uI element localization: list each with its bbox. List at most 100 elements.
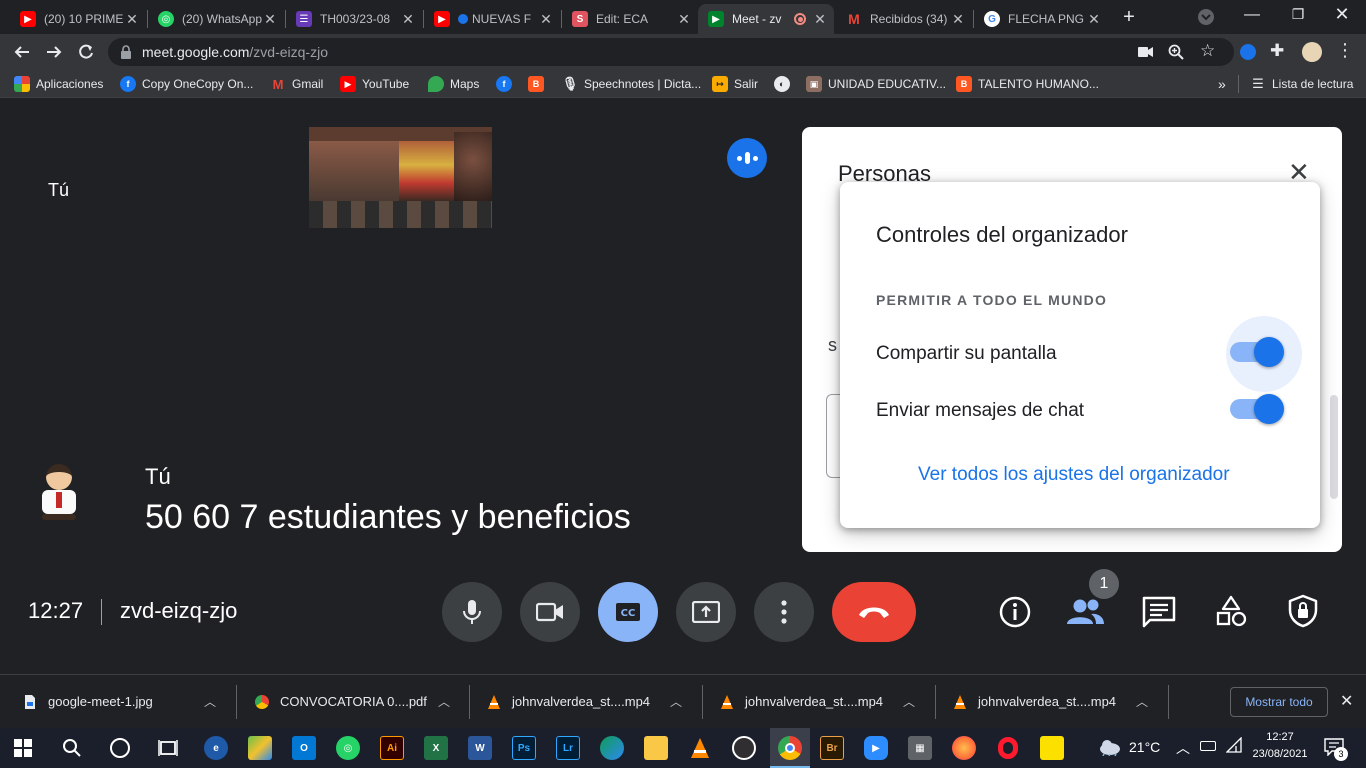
show-all-downloads-button[interactable]: Mostrar todo [1230, 687, 1328, 717]
close-tab-icon[interactable]: ✕ [262, 11, 278, 28]
extension-bookmark-icon[interactable] [1240, 44, 1256, 60]
tab-0[interactable]: ▶ (20) 10 PRIME ✕ [10, 4, 146, 34]
new-tab-button[interactable]: + [1117, 6, 1141, 30]
bookmark-talento[interactable]: B TALENTO HUMANO... [956, 75, 1099, 93]
host-controls-button[interactable] [1287, 594, 1319, 633]
illustrator-icon[interactable]: Ai [380, 736, 404, 760]
tab-1[interactable]: ◎ (20) WhatsApp ✕ [148, 4, 284, 34]
address-bar[interactable]: meet.google.com/zvd-eizq-zjo ☆ [108, 38, 1234, 66]
forward-button[interactable] [42, 40, 66, 64]
download-item-0[interactable]: google-meet-1.jpg ︿ [22, 675, 232, 728]
outlook-icon[interactable]: O [292, 736, 316, 760]
tab-7[interactable]: G FLECHA PNG ✕ [974, 4, 1108, 34]
bookmark-maps[interactable]: Maps [428, 75, 479, 93]
calculator-icon[interactable]: ▦ [908, 736, 932, 760]
download-item-4[interactable]: johnvalverdea_st....mp4 ︿ [952, 675, 1164, 728]
chevron-up-icon[interactable]: ︿ [204, 693, 232, 710]
download-item-1[interactable]: CONVOCATORIA 0....pdf ︿ [254, 675, 466, 728]
microphone-button[interactable] [442, 582, 502, 642]
reload-button[interactable] [74, 40, 98, 64]
bookmark-youtube[interactable]: ▶ YouTube [340, 75, 409, 93]
word-icon[interactable]: W [468, 736, 492, 760]
meeting-details-button[interactable] [998, 595, 1032, 634]
chat-button[interactable] [1142, 596, 1176, 633]
wifi-icon[interactable] [1225, 736, 1242, 758]
weather-icon[interactable] [1098, 738, 1122, 761]
bookmark-gmail[interactable]: M Gmail [270, 75, 324, 93]
firefox-icon[interactable] [952, 736, 976, 760]
battery-icon[interactable] [1200, 741, 1216, 751]
bluestacks-icon[interactable] [248, 736, 272, 760]
reading-list-button[interactable]: ☰ Lista de lectura [1250, 75, 1353, 93]
bookmark-salir[interactable]: ↦ Salir [712, 75, 758, 93]
task-view-icon[interactable] [158, 738, 178, 763]
bookmark-star-icon[interactable]: ☆ [1200, 41, 1215, 61]
zoom-icon[interactable] [1168, 44, 1184, 60]
windows-start-icon[interactable] [14, 739, 32, 757]
bridge-icon[interactable]: Br [820, 736, 844, 760]
chevron-up-icon[interactable]: ︿ [670, 693, 698, 710]
bookmark-speechnotes[interactable]: 🎙 Speechnotes | Dicta... [562, 75, 701, 93]
excel-icon[interactable]: X [424, 736, 448, 760]
sticky-notes-icon[interactable] [1040, 736, 1064, 760]
download-item-2[interactable]: johnvalverdea_st....mp4 ︿ [486, 675, 698, 728]
lightroom-icon[interactable]: Lr [556, 736, 580, 760]
vlc-icon[interactable] [688, 736, 712, 760]
tab-search-button[interactable] [1198, 9, 1214, 25]
bookmark-blogger[interactable]: B [528, 75, 550, 93]
tab-4[interactable]: S Edit: ECA ✕ [562, 4, 698, 34]
opera-icon[interactable] [996, 736, 1020, 760]
chevron-up-icon[interactable]: ︿ [1176, 738, 1190, 758]
more-options-button[interactable] [754, 582, 814, 642]
camera-in-use-icon[interactable] [1138, 46, 1154, 58]
camera-button[interactable] [520, 582, 580, 642]
clock-time[interactable]: 12:27 [1250, 731, 1310, 743]
menu-kebab-icon[interactable]: ⋮ [1336, 40, 1354, 61]
present-screen-button[interactable] [676, 582, 736, 642]
bookmark-facebook[interactable]: f [496, 75, 518, 93]
whatsapp-icon[interactable]: ◎ [336, 736, 360, 760]
tab-2[interactable]: ☰ TH003/23-08 ✕ [286, 4, 422, 34]
tab-6[interactable]: M Recibidos (34) ✕ [836, 4, 972, 34]
photoshop-icon[interactable]: Ps [512, 736, 536, 760]
obs-icon[interactable] [732, 736, 756, 760]
bookmark-globe[interactable]: ◐ [774, 75, 796, 93]
panel-scrollbar[interactable] [1330, 395, 1338, 499]
share-screen-toggle[interactable] [1220, 314, 1304, 392]
tab-3[interactable]: ▶ NUEVAS F ✕ [424, 4, 560, 34]
close-tab-icon[interactable]: ✕ [676, 11, 692, 28]
captions-button[interactable]: CC [598, 582, 658, 642]
all-host-settings-link[interactable]: Ver todos los ajustes del organizador [918, 464, 1230, 486]
activities-button[interactable] [1215, 595, 1247, 632]
minimize-button[interactable]: — [1240, 6, 1264, 26]
end-call-button[interactable] [832, 582, 916, 642]
window-close-button[interactable]: ✕ [1330, 4, 1354, 24]
download-item-3[interactable]: johnvalverdea_st....mp4 ︿ [719, 675, 931, 728]
extensions-puzzle-icon[interactable]: ✚ [1270, 41, 1284, 61]
close-tab-icon[interactable]: ✕ [124, 11, 140, 28]
close-tab-icon[interactable]: ✕ [950, 11, 966, 28]
people-button[interactable] [1066, 597, 1106, 632]
restore-button[interactable]: ❐ [1286, 6, 1310, 26]
back-button[interactable] [10, 40, 34, 64]
chat-permission-toggle[interactable] [1220, 390, 1304, 430]
close-downloads-icon[interactable]: ✕ [1340, 691, 1353, 711]
clock-date[interactable]: 23/08/2021 [1246, 748, 1314, 760]
chevron-up-icon[interactable]: ︿ [1136, 693, 1164, 710]
more-bookmarks-button[interactable]: » [1218, 75, 1226, 93]
edge-legacy-icon[interactable]: e [204, 736, 228, 760]
close-tab-icon[interactable]: ✕ [1086, 11, 1102, 28]
zoom-icon[interactable]: ▶ [864, 736, 888, 760]
file-explorer-icon[interactable] [644, 736, 668, 760]
presentation-thumbnail[interactable] [309, 127, 492, 228]
cortana-icon[interactable] [110, 738, 130, 758]
weather-temp[interactable]: 21°C [1129, 739, 1160, 755]
chevron-up-icon[interactable]: ︿ [438, 693, 466, 710]
search-icon[interactable] [62, 738, 82, 763]
chevron-up-icon[interactable]: ︿ [903, 693, 931, 710]
edge-icon[interactable] [600, 736, 624, 760]
close-tab-icon[interactable]: ✕ [538, 11, 554, 28]
close-tab-icon[interactable]: ✕ [400, 11, 416, 28]
chrome-taskbar-active[interactable] [770, 728, 810, 768]
bookmark-apps[interactable]: Aplicaciones [14, 75, 103, 93]
